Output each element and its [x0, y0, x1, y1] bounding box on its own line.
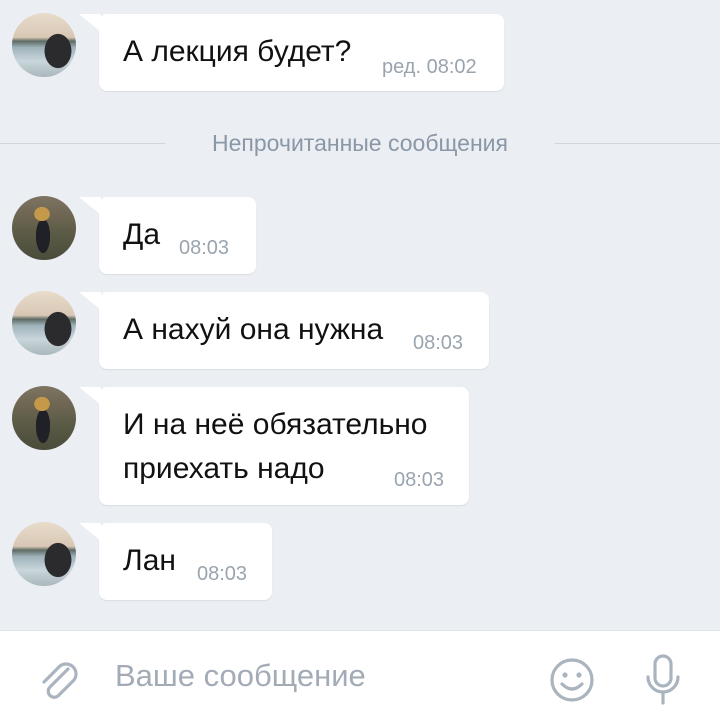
message-time: 08:03 — [197, 563, 248, 585]
message-text-line2: приехать надо — [123, 452, 325, 485]
message-input[interactable] — [115, 653, 535, 699]
message-text: Лан — [123, 544, 176, 577]
message-composer — [0, 630, 720, 726]
avatar[interactable] — [12, 291, 76, 355]
message-bubble[interactable]: А нахуй она нужна 08:03 — [79, 292, 489, 369]
avatar[interactable] — [12, 13, 76, 77]
message-bubble[interactable]: Лан 08:03 — [79, 523, 272, 600]
attach-icon[interactable] — [34, 655, 84, 705]
message-time: 08:03 — [179, 237, 230, 259]
message-text: Да — [123, 218, 161, 251]
message-text: А нахуй она нужна — [123, 313, 384, 346]
message-time: 08:03 — [394, 469, 445, 491]
divider-line-right — [555, 143, 720, 144]
emoji-icon[interactable] — [549, 657, 595, 703]
chat-history: А лекция будет? ред. 08:02 Непрочитанные… — [0, 0, 720, 630]
message-bubble[interactable]: А лекция будет? ред. 08:02 — [79, 14, 504, 91]
message-time: 08:03 — [413, 332, 464, 354]
unread-divider: Непрочитанные сообщения — [0, 128, 720, 158]
message-text: А лекция будет? — [123, 35, 352, 68]
message-bubble[interactable]: И на неё обязательно приехать надо 08:03 — [79, 387, 469, 505]
avatar[interactable] — [12, 522, 76, 586]
avatar[interactable] — [12, 196, 76, 260]
microphone-icon[interactable] — [640, 653, 686, 707]
avatar[interactable] — [12, 386, 76, 450]
message-text-line1: И на неё обязательно — [123, 408, 428, 441]
message-time: ред. 08:02 — [382, 56, 477, 78]
message-bubble[interactable]: Да 08:03 — [79, 197, 256, 274]
